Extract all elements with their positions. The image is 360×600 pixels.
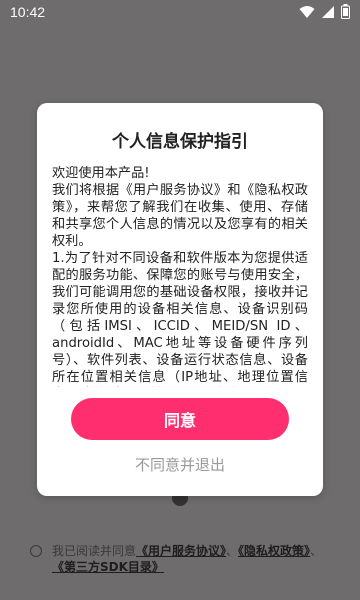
dialog-body[interactable]: 欢迎使用本产品! 我们将根据《用户服务协议》和《隐私权政策》，来帮您了解我们在收… xyxy=(52,165,308,387)
wifi-icon xyxy=(299,5,315,19)
agree-button[interactable]: 同意 xyxy=(71,398,289,440)
dialog-paragraph: 欢迎使用本产品! xyxy=(52,166,150,181)
dialog-paragraph: 1.为了针对不同设备和软件版本为您提供适配的服务功能、保障您的账号与使用安全，我… xyxy=(52,251,308,385)
dialog-title: 个人信息保护指引 xyxy=(112,132,248,152)
dialog-paragraph: 我们将根据《用户服务协议》和《隐私权政策》，来帮您了解我们在收集、使用、存储和共… xyxy=(52,183,308,249)
battery-icon xyxy=(341,4,350,19)
status-time: 10:42 xyxy=(10,4,46,20)
status-bar: 10:42 xyxy=(0,0,360,24)
decline-button[interactable]: 不同意并退出 xyxy=(37,454,323,475)
status-icons xyxy=(299,4,350,19)
privacy-dialog: 个人信息保护指引 欢迎使用本产品! 我们将根据《用户服务协议》和《隐私权政策》，… xyxy=(37,103,323,496)
signal-icon xyxy=(321,5,335,19)
